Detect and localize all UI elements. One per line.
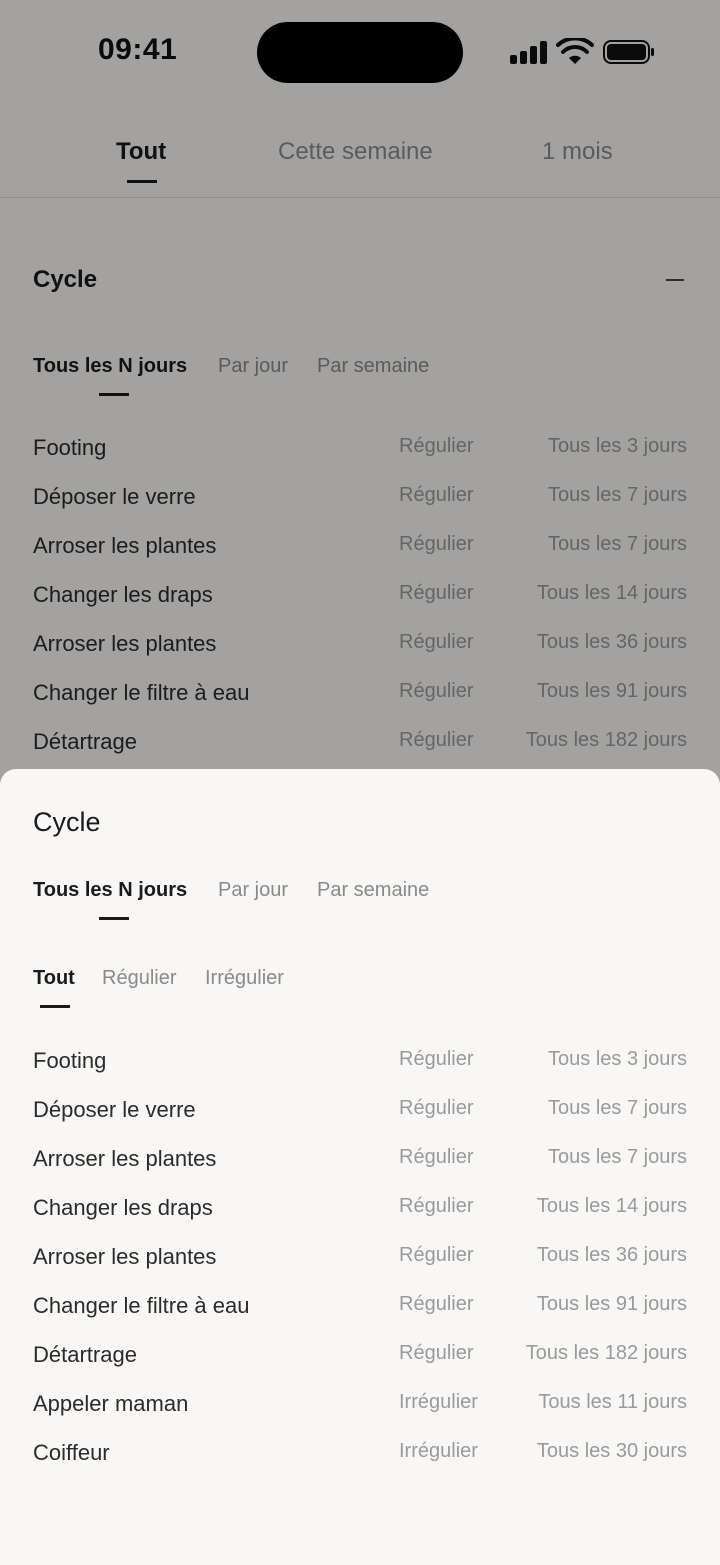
item-type: Régulier: [399, 1146, 474, 1168]
item-type: Irrégulier: [399, 1440, 478, 1462]
item-name: Détartrage: [33, 1342, 137, 1367]
sheet-mode-tab-indicator: [99, 917, 129, 920]
item-frequency: Tous les 3 jours: [548, 1048, 687, 1070]
list-item[interactable]: Arroser les plantes Régulier Tous les 36…: [0, 1244, 720, 1274]
list-item[interactable]: Détartrage Régulier Tous les 182 jours: [0, 1342, 720, 1372]
item-type: Régulier: [399, 1097, 474, 1119]
item-type: Régulier: [399, 1195, 474, 1217]
filter-tab-irregulier[interactable]: Irrégulier: [205, 967, 284, 990]
filter-tab-regulier[interactable]: Régulier: [102, 967, 176, 990]
bottom-sheet: Cycle Tous les N jours Par jour Par sema…: [0, 769, 720, 1565]
sheet-mode-tab-per-week[interactable]: Par semaine: [317, 879, 429, 902]
app-screen: 09:41 Tout Cette semaine 1 mois Cycle To…: [0, 0, 720, 1565]
item-name: Arroser les plantes: [33, 1146, 217, 1171]
item-frequency: Tous les 36 jours: [536, 1244, 687, 1266]
item-name: Arroser les plantes: [33, 1244, 217, 1269]
filter-tab-indicator: [40, 1005, 70, 1008]
item-name: Changer le filtre à eau: [33, 1293, 250, 1318]
item-type: Régulier: [399, 1342, 474, 1364]
item-name: Coiffeur: [33, 1440, 110, 1465]
list-item[interactable]: Changer le filtre à eau Régulier Tous le…: [0, 1293, 720, 1323]
list-item[interactable]: Footing Régulier Tous les 3 jours: [0, 1048, 720, 1078]
item-type: Irrégulier: [399, 1391, 478, 1413]
sheet-mode-tab-n-days[interactable]: Tous les N jours: [33, 879, 187, 902]
item-type: Régulier: [399, 1048, 474, 1070]
item-frequency: Tous les 11 jours: [538, 1391, 687, 1413]
item-frequency: Tous les 7 jours: [548, 1097, 687, 1119]
item-name: Changer les draps: [33, 1195, 213, 1220]
list-item[interactable]: Appeler maman Irrégulier Tous les 11 jou…: [0, 1391, 720, 1421]
item-frequency: Tous les 30 jours: [536, 1440, 687, 1462]
list-item[interactable]: Arroser les plantes Régulier Tous les 7 …: [0, 1146, 720, 1176]
item-type: Régulier: [399, 1244, 474, 1266]
item-frequency: Tous les 91 jours: [536, 1293, 687, 1315]
sheet-mode-tab-per-day[interactable]: Par jour: [218, 879, 288, 902]
item-frequency: Tous les 7 jours: [548, 1146, 687, 1168]
item-name: Footing: [33, 1048, 107, 1073]
list-item[interactable]: Coiffeur Irrégulier Tous les 30 jours: [0, 1440, 720, 1470]
list-item[interactable]: Changer les draps Régulier Tous les 14 j…: [0, 1195, 720, 1225]
list-item[interactable]: Déposer le verre Régulier Tous les 7 jou…: [0, 1097, 720, 1127]
item-name: Appeler maman: [33, 1391, 189, 1416]
item-frequency: Tous les 14 jours: [536, 1195, 687, 1217]
item-frequency: Tous les 182 jours: [525, 1342, 687, 1364]
filter-tab-tout[interactable]: Tout: [33, 967, 75, 990]
sheet-title: Cycle: [33, 807, 101, 837]
item-name: Déposer le verre: [33, 1097, 196, 1122]
item-type: Régulier: [399, 1293, 474, 1315]
